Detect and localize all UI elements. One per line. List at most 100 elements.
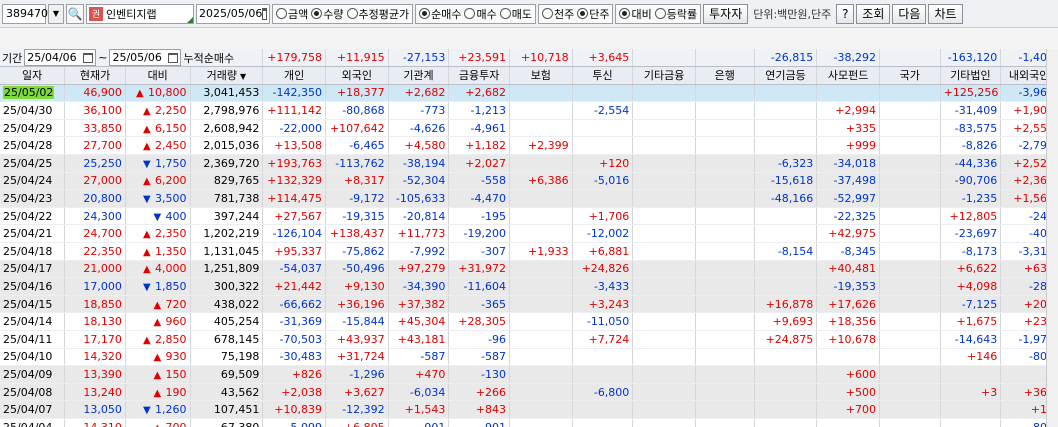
table-row[interactable]: 25/04/08 13,240 ▲ 190 43,562 +2,038 +3,627 -6,0… (0, 383, 1058, 402)
column-header-금융투자[interactable]: 금융투자 (448, 66, 510, 85)
trade-option-1[interactable]: 매수 (464, 6, 497, 22)
type-radio-group: 금액 수량 추정평균가 (272, 3, 414, 24)
column-header-사모펀드[interactable]: 사모펀드 (816, 66, 880, 85)
vertical-scrollbar[interactable] (1046, 49, 1058, 427)
cell-금융투자: +1,182 (448, 136, 510, 156)
radio-dot[interactable] (464, 8, 476, 19)
type-option-2[interactable]: 추정평균가 (346, 6, 409, 22)
cell-외국인: -1,296 (325, 365, 389, 384)
cell-연기금등: -48,166 (754, 189, 818, 208)
compare-option-0[interactable]: 대비 (619, 6, 652, 22)
to-date-picker[interactable]: 25/05/06 (109, 49, 182, 66)
table-row[interactable]: 25/04/24 27,000 ▲ 6,200 829,765 +132,329 +8,31… (0, 172, 1058, 191)
table-row[interactable]: 25/04/29 33,850 ▲ 6,150 2,608,942 -22,000 +107… (0, 119, 1058, 138)
column-header-기타법인[interactable]: 기타법인 (940, 66, 1002, 85)
cell-외국인: -75,862 (325, 242, 389, 261)
radio-dot[interactable] (419, 8, 431, 19)
cell-국가 (879, 207, 941, 226)
column-header-개인[interactable]: 개인 (262, 66, 326, 85)
column-header-국가[interactable]: 국가 (879, 66, 941, 85)
radio-dot[interactable] (276, 8, 287, 19)
unit-option-0[interactable]: 천주 (541, 6, 574, 22)
column-header-투신[interactable]: 투신 (572, 66, 634, 85)
radio-dot[interactable] (654, 8, 666, 19)
table-row[interactable]: 25/04/14 18,130 ▲ 960 405,254 -31,369 -15,844 +… (0, 312, 1058, 331)
table-row[interactable]: 25/04/21 24,700 ▲ 2,350 1,202,219 -126,104 +13… (0, 224, 1058, 244)
column-header-일자[interactable]: 일자 (0, 66, 66, 85)
compare-option-1[interactable]: 등락률 (654, 6, 697, 22)
cell-개인: -22,000 (262, 119, 326, 138)
query-button[interactable]: 조회 (856, 3, 891, 24)
table-row[interactable]: 25/04/17 21,000 ▲ 4,000 1,251,809 -54,037 -50,… (0, 260, 1058, 279)
cell-기타금융 (632, 136, 696, 156)
search-icon[interactable]: 🔍 (66, 3, 84, 24)
table-row[interactable]: 25/04/28 27,700 ▲ 2,450 2,015,036 +13,508 -6,4… (0, 136, 1058, 156)
column-header-거래량[interactable]: 거래량 ▼ (190, 66, 264, 85)
column-header-현재가[interactable]: 현재가 (64, 66, 126, 85)
investor-button[interactable]: 투자자 (703, 3, 749, 24)
chevron-down-icon[interactable]: ▼ (48, 3, 64, 24)
cell-보험 (509, 348, 573, 367)
column-header-기관계[interactable]: 기관계 (388, 66, 450, 85)
date-cell: 25/04/08 (0, 383, 66, 402)
cell-보험 (509, 418, 573, 427)
table-row[interactable]: 25/04/15 18,850 ▲ 720 438,022 -66,662 +36,196 +… (0, 295, 1058, 314)
sort-down-icon[interactable]: ▼ (240, 72, 246, 81)
from-date-picker[interactable]: 25/04/06 (24, 49, 97, 66)
cell-기타법인: -31,409 (940, 101, 1002, 120)
column-header-외국인[interactable]: 외국인 (325, 66, 389, 85)
table-row[interactable]: 25/04/30 36,100 ▲ 2,250 2,798,976 +111,142 -80… (0, 101, 1058, 120)
radio-dot[interactable] (311, 8, 323, 19)
chart-button[interactable]: 차트 (928, 3, 963, 24)
radio-dot[interactable] (541, 8, 553, 19)
stock-code-input[interactable]: 389470 (2, 3, 48, 24)
trade-option-2[interactable]: 매도 (499, 6, 532, 22)
cell-은행 (695, 330, 755, 349)
cell-사모펀드 (816, 348, 880, 367)
radio-dot[interactable] (619, 8, 631, 19)
calendar-icon[interactable] (168, 52, 179, 63)
cell-기타법인: +6,622 (940, 260, 1002, 279)
table-row[interactable]: 25/04/09 13,390 ▲ 150 69,509 +826 -1,296 +470 -1… (0, 365, 1058, 384)
column-header-보험[interactable]: 보험 (509, 66, 573, 85)
change-cell: ▲ 1,350 (125, 242, 191, 261)
type-option-1[interactable]: 수량 (311, 6, 344, 22)
cell-투신 (572, 348, 634, 367)
table-row[interactable]: 25/04/22 24,300 ▼ 400 397,244 +27,567 -19,315-… (0, 207, 1058, 226)
cell-투신: +7,724 (572, 330, 634, 349)
cumulative-total-국가 (879, 49, 941, 68)
next-button[interactable]: 다음 (892, 3, 927, 24)
table-row[interactable]: 25/04/11 17,170 ▲ 2,850 678,145 -70,503 +43,93… (0, 330, 1058, 349)
help-button[interactable]: ? (836, 3, 855, 24)
table-row[interactable]: 25/04/0414,310▲70067,380-5,099+6,805-901… (0, 418, 1058, 427)
date-cell: 25/04/29 (0, 119, 66, 138)
triangle-down-icon: ▼ (143, 194, 151, 206)
table-row[interactable]: 25/05/02 46,900 ▲ 10,800 3,041,453 -142,350 +1… (0, 84, 1058, 103)
type-option-0[interactable]: 금액 (276, 6, 308, 22)
column-header-은행[interactable]: 은행 (695, 66, 755, 85)
radio-dot[interactable] (577, 8, 589, 19)
column-header-연기금등[interactable]: 연기금등 (754, 66, 818, 85)
table-row[interactable]: 25/04/10 14,320 ▲ 930 75,198 -30,483 +31,724 -5… (0, 348, 1058, 367)
cell-사모펀드: -37,498 (816, 172, 880, 191)
trade-option-0[interactable]: 순매수 (419, 6, 461, 22)
cumulative-total-기타법인: -163,120 (940, 49, 1002, 68)
unit-option-1[interactable]: 단주 (577, 6, 609, 22)
column-header-기타금융[interactable]: 기타금융 (632, 66, 696, 85)
stock-name-field[interactable]: 권 인벤티지랩 (86, 3, 194, 24)
table-row[interactable]: 25/04/25 25,250 ▼ 1,750 2,369,720 +193,763 -11… (0, 154, 1058, 173)
column-header-대비[interactable]: 대비 (125, 66, 191, 85)
triangle-up-icon: ▲ (143, 264, 151, 276)
change-cell: ▲ 10,800 (125, 84, 191, 103)
table-row[interactable]: 25/04/18 22,350 ▲ 1,350 1,131,045 +95,337 -75,… (0, 242, 1058, 261)
radio-dot[interactable] (346, 8, 358, 19)
radio-dot[interactable] (499, 8, 511, 19)
date-picker[interactable]: 2025/05/06 (196, 3, 270, 24)
calendar-icon[interactable] (262, 7, 267, 20)
date-text: 25/04/22 (3, 209, 53, 223)
table-row[interactable]: 25/04/07 13,050 ▼ 1,260 107,451 +10,839 -12,39… (0, 400, 1058, 419)
calendar-icon[interactable] (83, 52, 94, 63)
table-row[interactable]: 25/04/16 17,000 ▼ 1,850 300,322 +21,442 +9,130… (0, 277, 1058, 296)
table-row[interactable]: 25/04/23 20,800 ▼ 3,500 781,738 +114,475 -9,17… (0, 189, 1058, 208)
cell-은행 (695, 154, 755, 173)
